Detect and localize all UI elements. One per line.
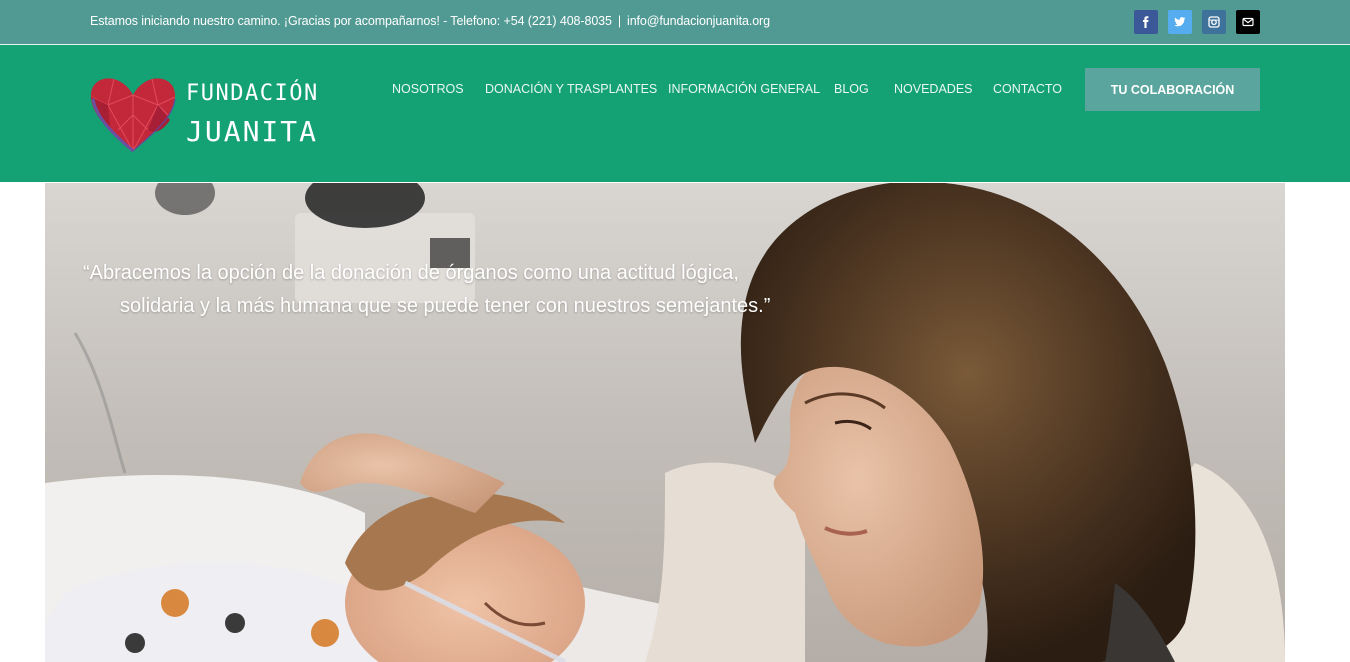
twitter-icon: [1174, 17, 1186, 27]
nav-item-donacion-y-trasplantes[interactable]: DONACIÓN Y TRASPLANTES: [485, 82, 657, 96]
quote-line2: solidaria y la más humana que se puede t…: [120, 295, 771, 317]
top-bar: Estamos iniciando nuestro camino. ¡Graci…: [0, 0, 1350, 45]
twitter-button[interactable]: [1168, 10, 1192, 34]
nav-item-blog[interactable]: BLOG: [834, 82, 869, 96]
topbar-message: Estamos iniciando nuestro camino. ¡Graci…: [90, 14, 612, 28]
site-logo[interactable]: FUNDACIÓN JUANITA: [88, 75, 328, 155]
nav-item-contacto[interactable]: CONTACTO: [993, 82, 1062, 96]
hero-quote: “Abracemos la opción de la donación de ó…: [83, 257, 843, 323]
logo-line2: JUANITA: [186, 115, 319, 148]
email-icon: [1242, 17, 1254, 27]
hero-photo: [45, 183, 1285, 662]
topbar-separator: |: [617, 14, 622, 28]
nav-item-nosotros[interactable]: NOSOTROS: [392, 82, 464, 96]
hero-banner: “Abracemos la opción de la donación de ó…: [45, 183, 1285, 662]
quote-line1: “Abracemos la opción de la donación de ó…: [83, 262, 739, 284]
contact-info: Estamos iniciando nuestro camino. ¡Graci…: [90, 14, 770, 28]
facebook-button[interactable]: [1134, 10, 1158, 34]
nav-item-novedades[interactable]: NOVEDADES: [894, 82, 973, 96]
heart-logo-icon: [90, 78, 176, 153]
logo-line1: FUNDACIÓN: [186, 81, 319, 106]
collaboration-button[interactable]: TU COLABORACIÓN: [1085, 68, 1260, 111]
nav-item-informacion-general[interactable]: INFORMACIÓN GENERAL: [668, 82, 820, 96]
instagram-button[interactable]: [1202, 10, 1226, 34]
main-header: FUNDACIÓN JUANITA NOSOTROS DONACIÓN Y TR…: [0, 45, 1350, 182]
email-button[interactable]: [1236, 10, 1260, 34]
instagram-icon: [1208, 16, 1220, 28]
email-link[interactable]: info@fundacionjuanita.org: [627, 14, 770, 28]
facebook-icon: [1143, 16, 1149, 28]
